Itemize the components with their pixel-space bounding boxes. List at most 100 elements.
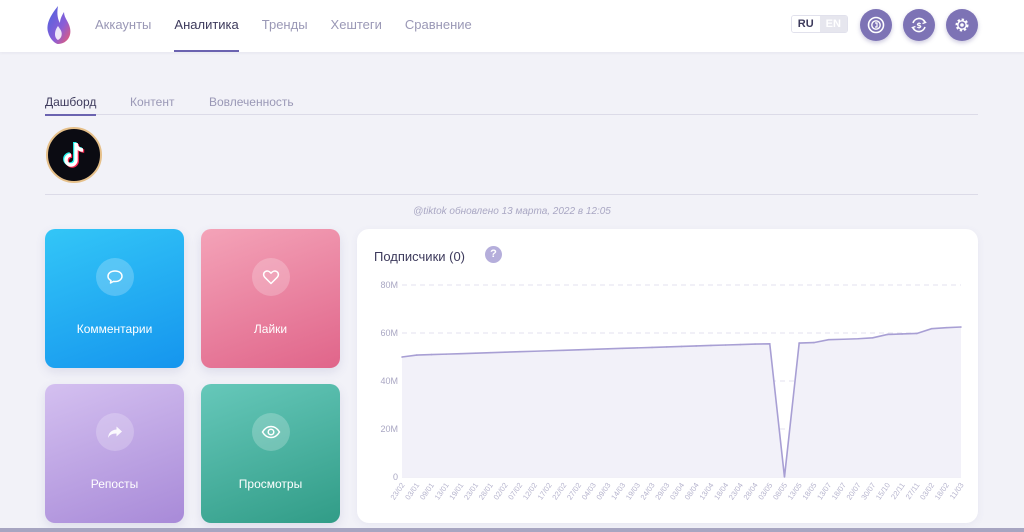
data-point[interactable] xyxy=(533,350,536,353)
data-point[interactable] xyxy=(636,347,639,349)
data-point[interactable] xyxy=(680,345,683,348)
nav-analytics[interactable]: Аналитика xyxy=(174,0,240,52)
data-point[interactable] xyxy=(739,343,742,346)
x-tick-label: 08/05 xyxy=(771,481,789,502)
language-switch: RU EN xyxy=(791,15,848,33)
x-tick-label: 28/04 xyxy=(742,481,760,502)
data-point[interactable] xyxy=(695,345,698,347)
nav-hashtags[interactable]: Хештеги xyxy=(331,0,382,52)
data-point[interactable] xyxy=(665,346,668,348)
x-tick-label: 28/01 xyxy=(477,481,495,502)
heart-icon xyxy=(262,270,279,285)
likes-icon-circle xyxy=(251,258,290,296)
speech-bubble-icon xyxy=(106,270,123,284)
x-tick-label: 29/03 xyxy=(653,481,671,502)
x-tick-label: 18/07 xyxy=(830,481,848,502)
nav-trends[interactable]: Тренды xyxy=(262,0,308,52)
data-point[interactable] xyxy=(430,353,433,356)
updated-text: @tiktok обновлено 13 марта, 2022 в 12:05 xyxy=(413,206,611,217)
comments-card[interactable]: Комментарии xyxy=(45,229,184,368)
data-point[interactable] xyxy=(592,348,595,351)
y-tick-label: 0 xyxy=(393,472,398,482)
data-point[interactable] xyxy=(577,349,580,351)
coin-button[interactable] xyxy=(860,9,892,41)
y-tick-label: 20M xyxy=(380,424,398,434)
x-tick-label: 17/02 xyxy=(536,481,554,502)
data-point[interactable] xyxy=(518,350,521,353)
tab-dashboard[interactable]: Дашборд xyxy=(45,95,97,116)
data-point[interactable] xyxy=(445,353,447,355)
data-point[interactable] xyxy=(474,352,477,354)
data-point[interactable] xyxy=(768,343,771,345)
data-point[interactable] xyxy=(710,344,712,347)
data-point[interactable] xyxy=(460,352,462,355)
x-tick-label: 03/04 xyxy=(668,481,686,502)
views-label: Просмотры xyxy=(238,477,303,491)
x-tick-label: 03/02 xyxy=(918,481,936,502)
x-tick-label: 04/03 xyxy=(580,481,598,502)
data-point[interactable] xyxy=(563,349,565,352)
reposts-icon-circle xyxy=(95,413,134,451)
data-point[interactable] xyxy=(901,333,903,335)
likes-label: Лайки xyxy=(253,322,288,336)
data-point[interactable] xyxy=(548,349,550,352)
lang-ru-button[interactable]: RU xyxy=(792,16,820,32)
x-tick-label: 18/05 xyxy=(800,481,818,502)
data-point[interactable] xyxy=(857,337,859,340)
nav-comparison[interactable]: Сравнение xyxy=(405,0,472,52)
data-point[interactable] xyxy=(401,356,403,358)
x-tick-label: 27/02 xyxy=(565,481,583,502)
data-point[interactable] xyxy=(960,326,962,328)
data-point[interactable] xyxy=(783,476,786,478)
reposts-card[interactable]: Репосты xyxy=(45,384,184,523)
views-icon-circle xyxy=(251,413,290,451)
currency-exchange-icon: $ xyxy=(911,17,927,33)
coin-icon xyxy=(867,16,885,34)
x-tick-label: 18/02 xyxy=(933,481,951,502)
data-point[interactable] xyxy=(415,354,418,356)
data-point[interactable] xyxy=(651,346,653,349)
data-point[interactable] xyxy=(724,344,727,346)
app-logo[interactable] xyxy=(42,4,74,46)
data-point[interactable] xyxy=(871,337,874,339)
svg-text:$: $ xyxy=(916,21,922,30)
data-point[interactable] xyxy=(504,351,506,353)
x-tick-label: 03/01 xyxy=(403,481,421,502)
likes-card[interactable]: Лайки xyxy=(201,229,340,368)
tab-engagement[interactable]: Вовлеченность xyxy=(209,95,294,109)
reposts-label: Репосты xyxy=(90,477,139,491)
data-point[interactable] xyxy=(798,342,800,344)
x-tick-label: 15/10 xyxy=(874,481,892,502)
x-tick-label: 19/01 xyxy=(447,481,465,502)
data-point[interactable] xyxy=(754,343,756,345)
x-tick-label: 11/03 xyxy=(948,481,966,501)
tiktok-avatar[interactable] xyxy=(46,127,102,183)
data-point[interactable] xyxy=(930,327,933,330)
data-point[interactable] xyxy=(621,347,624,350)
comments-label: Комментарии xyxy=(76,322,153,336)
settings-button[interactable] xyxy=(946,9,978,41)
nav-accounts[interactable]: Аккаунты xyxy=(95,0,151,52)
y-tick-label: 60M xyxy=(380,328,398,338)
data-point[interactable] xyxy=(827,338,830,341)
x-tick-label: 09/03 xyxy=(594,481,612,502)
views-card[interactable]: Просмотры xyxy=(201,384,340,523)
data-point[interactable] xyxy=(842,338,845,341)
data-point[interactable] xyxy=(916,332,918,335)
data-point[interactable] xyxy=(607,348,609,350)
series-area xyxy=(402,327,961,477)
y-tick-label: 40M xyxy=(380,376,398,386)
tiktok-logo-icon xyxy=(63,141,85,168)
data-point[interactable] xyxy=(813,341,815,344)
data-point[interactable] xyxy=(886,333,889,336)
data-point[interactable] xyxy=(489,351,492,354)
data-point[interactable] xyxy=(945,326,948,329)
x-tick-label: 18/04 xyxy=(712,481,730,502)
subscribers-panel: Подписчики (0) ? 0 20M 40M 60M 80M 23/02 03/01… xyxy=(357,229,978,523)
x-tick-label: 24/03 xyxy=(639,481,657,502)
currency-exchange-button[interactable]: $ xyxy=(903,9,935,41)
x-tick-label: 23/04 xyxy=(727,481,745,502)
tab-content[interactable]: Контент xyxy=(130,95,174,109)
lang-en-button[interactable]: EN xyxy=(819,16,847,32)
x-tick-label: 03/05 xyxy=(756,481,774,502)
